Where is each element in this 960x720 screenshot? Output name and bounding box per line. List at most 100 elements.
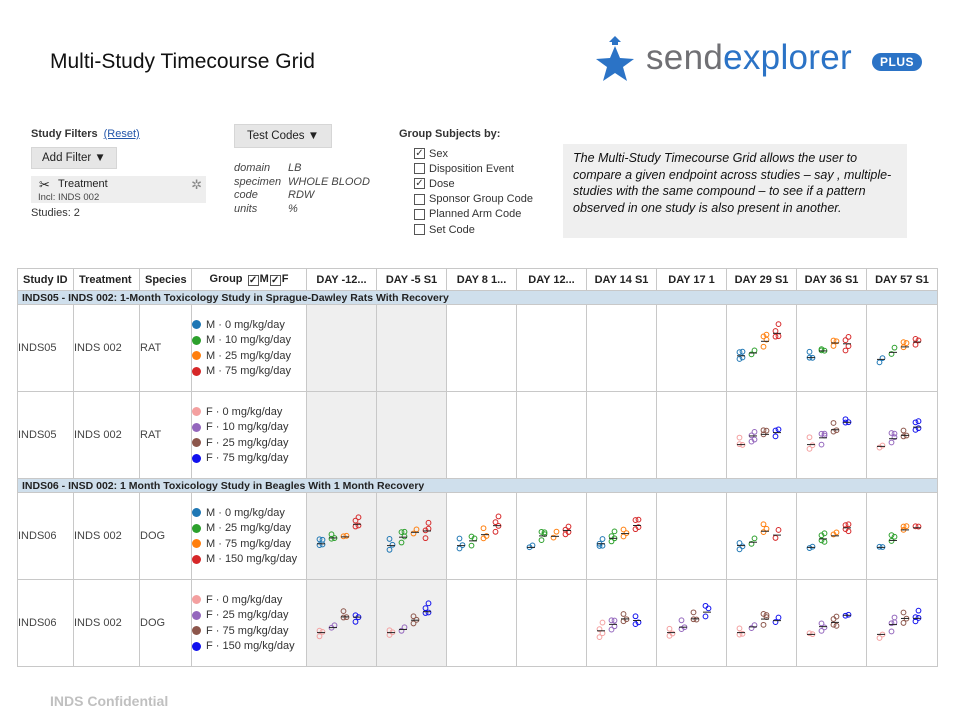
timepoint-plot-cell[interactable] <box>866 304 938 392</box>
group-by-option[interactable]: ✓ Sex <box>399 146 533 161</box>
timepoint-plot-cell[interactable] <box>376 579 447 667</box>
timepoint-plot-cell[interactable] <box>656 579 727 667</box>
col-study-id[interactable]: Study ID <box>17 268 74 291</box>
group-by-option[interactable]: Planned Arm Code <box>399 207 533 222</box>
col-day[interactable]: DAY -12... <box>306 268 377 291</box>
timepoint-plot-cell[interactable] <box>376 391 447 479</box>
col-day[interactable]: DAY 17 1 <box>656 268 727 291</box>
timepoint-plot-cell[interactable] <box>516 579 587 667</box>
col-day[interactable]: DAY -5 S1 <box>376 268 447 291</box>
timepoint-plot-cell[interactable] <box>796 492 867 580</box>
m-checkbox[interactable]: ✓ <box>247 275 259 286</box>
col-treatment[interactable]: Treatment <box>73 268 140 291</box>
subject-point <box>775 527 782 533</box>
timepoint-plot-cell[interactable] <box>656 492 727 580</box>
subject-point <box>632 613 639 620</box>
col-day[interactable]: DAY 36 S1 <box>796 268 867 291</box>
subject-point <box>538 537 545 543</box>
timepoint-plot-cell[interactable] <box>376 304 447 392</box>
f-checkbox[interactable]: ✓ <box>269 275 281 286</box>
subject-point <box>422 535 429 542</box>
col-day[interactable]: DAY 29 S1 <box>726 268 797 291</box>
group-label: M · 75 mg/kg/day <box>206 537 291 550</box>
subject-point <box>635 516 642 523</box>
timepoint-plot-cell[interactable] <box>446 304 517 392</box>
timepoint-plot-cell[interactable] <box>516 391 587 479</box>
subject-point <box>842 347 849 354</box>
timepoint-plot-cell[interactable] <box>376 492 447 580</box>
subject-point <box>845 343 852 349</box>
col-day[interactable]: DAY 14 S1 <box>586 268 657 291</box>
scissors-icon[interactable]: ✂ <box>39 177 50 193</box>
mini-dot-plot <box>526 523 572 551</box>
timepoint-plot-cell[interactable] <box>306 391 377 479</box>
treatment-filter-chip[interactable]: ✂ Treatment ✲ Incl: INDS 002 <box>31 176 206 203</box>
table-row[interactable]: INDS06 INDS 002 DOG F · 0 mg/kg/day F · 25 m… <box>17 579 938 667</box>
group-by-checkbox[interactable]: ✓ <box>414 178 425 190</box>
subject-point <box>900 609 907 616</box>
timepoint-plot-cell[interactable] <box>726 391 797 479</box>
mini-dot-plot <box>736 426 782 448</box>
col-day[interactable]: DAY 8 1... <box>446 268 517 291</box>
timepoint-plot-cell[interactable] <box>586 579 657 667</box>
test-codes-button[interactable]: Test Codes ▼ <box>234 124 333 148</box>
timepoint-plot-cell[interactable] <box>306 492 377 580</box>
mini-dot-plot <box>386 519 432 553</box>
timepoint-plot-cell[interactable] <box>726 579 797 667</box>
timepoint-plot-cell[interactable] <box>726 492 797 580</box>
test-code-key: code <box>234 189 258 201</box>
timepoint-plot-cell[interactable] <box>446 391 517 479</box>
mini-dot-plot <box>806 416 852 452</box>
timepoint-plot-cell[interactable] <box>586 391 657 479</box>
group-by-checkbox[interactable] <box>414 208 425 220</box>
timepoint-plot-cell[interactable] <box>446 579 517 667</box>
timepoint-plot-cell[interactable] <box>306 304 377 392</box>
logo-wordmark: sendexplorer <box>646 38 852 78</box>
group-color-dot <box>192 554 201 564</box>
col-species[interactable]: Species <box>139 268 192 291</box>
group-label: F · 25 mg/kg/day <box>206 436 289 449</box>
test-code-row: units% <box>234 203 376 217</box>
col-day[interactable]: DAY 12... <box>516 268 587 291</box>
timepoint-plot-cell[interactable] <box>446 492 517 580</box>
group-color-dot <box>192 407 201 417</box>
group-by-checkbox[interactable] <box>414 193 425 205</box>
timepoint-plot-cell[interactable] <box>586 304 657 392</box>
col-day[interactable]: DAY 57 S1 <box>866 268 938 291</box>
timepoint-plot-cell[interactable] <box>726 304 797 392</box>
table-row[interactable]: INDS05 INDS 002 RAT F · 0 mg/kg/day F · 10 m… <box>17 391 938 479</box>
group-by-option[interactable]: Sponsor Group Code <box>399 192 533 207</box>
subject-point <box>900 523 907 530</box>
timepoint-plot-cell[interactable] <box>516 304 587 392</box>
group-by-option[interactable]: Disposition Event <box>399 161 533 176</box>
subject-point <box>410 613 417 620</box>
group-by-option[interactable]: Set Code <box>399 222 533 237</box>
timepoint-plot-cell[interactable] <box>656 391 727 479</box>
subject-point <box>830 343 837 349</box>
timepoint-plot-cell[interactable] <box>586 492 657 580</box>
timepoint-plot-cell[interactable] <box>866 391 938 479</box>
table-row[interactable]: INDS05 INDS 002 RAT M · 0 mg/kg/day M · 10 m… <box>17 304 938 392</box>
col-group[interactable]: Group ✓ M ✓ F <box>191 268 307 291</box>
timepoint-plot-cell[interactable] <box>796 304 867 392</box>
cell-treatment: INDS 002 <box>73 391 140 479</box>
group-by-checkbox[interactable] <box>414 163 425 175</box>
timepoint-plot-cell[interactable] <box>796 391 867 479</box>
mini-dot-plot <box>876 335 922 366</box>
timepoint-plot-cell[interactable] <box>656 304 727 392</box>
group-by-checkbox[interactable]: ✓ <box>414 148 425 160</box>
timepoint-plot-cell[interactable] <box>866 492 938 580</box>
cell-group: F · 0 mg/kg/day F · 25 mg/kg/day F · 75 mg… <box>191 579 307 667</box>
gear-icon[interactable]: ✲ <box>191 177 202 193</box>
timepoint-plot-cell[interactable] <box>516 492 587 580</box>
reset-link[interactable]: (Reset) <box>104 128 140 140</box>
table-row[interactable]: INDS06 INDS 002 DOG M · 0 mg/kg/day M · 25 m… <box>17 492 938 580</box>
subject-point <box>915 418 922 425</box>
mini-dot-plot <box>806 521 852 551</box>
add-filter-button[interactable]: Add Filter ▼ <box>31 147 117 169</box>
group-by-checkbox[interactable] <box>414 224 425 236</box>
timepoint-plot-cell[interactable] <box>306 579 377 667</box>
timepoint-plot-cell[interactable] <box>866 579 938 667</box>
group-by-option[interactable]: ✓ Dose <box>399 176 533 191</box>
timepoint-plot-cell[interactable] <box>796 579 867 667</box>
